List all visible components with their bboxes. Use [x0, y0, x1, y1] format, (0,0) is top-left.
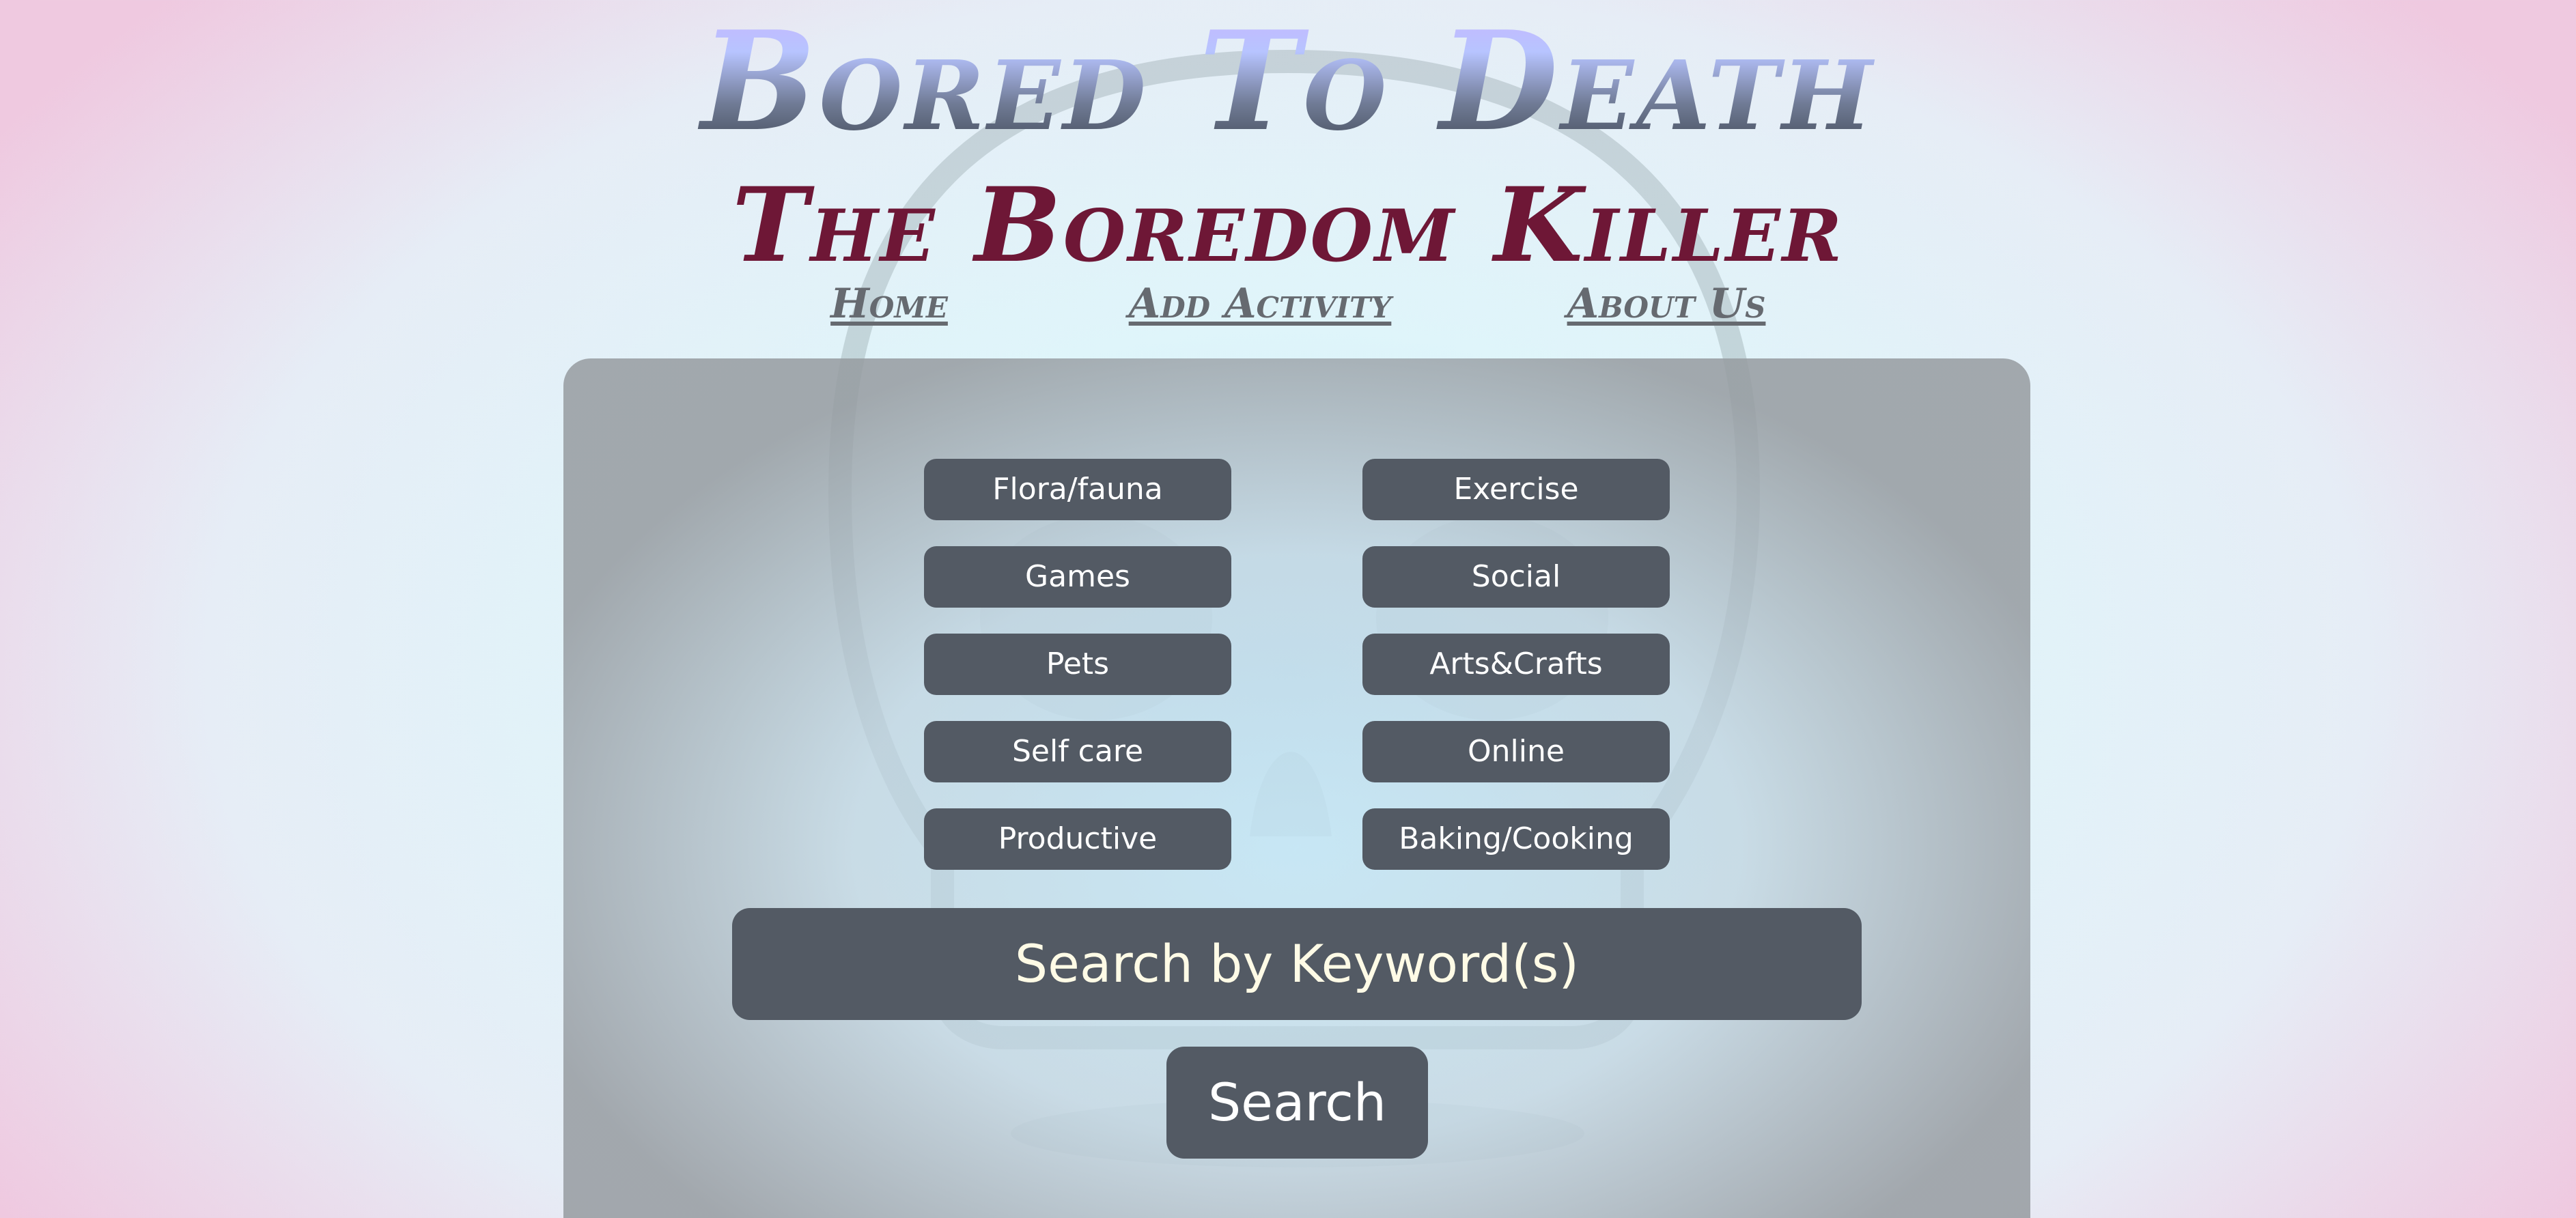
category-productive-button[interactable]: Productive	[924, 808, 1231, 870]
category-baking-cooking-button[interactable]: Baking/Cooking	[1362, 808, 1670, 870]
nav-add-activity-link[interactable]: Add Activity	[1129, 277, 1392, 331]
search-button[interactable]: Search	[1166, 1047, 1428, 1159]
category-flora-fauna-button[interactable]: Flora/fauna	[924, 459, 1231, 520]
main-nav: Home Add Activity About Us	[0, 277, 2576, 331]
category-social-button[interactable]: Social	[1362, 546, 1670, 608]
category-self-care-button[interactable]: Self care	[924, 721, 1231, 782]
category-exercise-button[interactable]: Exercise	[1362, 459, 1670, 520]
site-subtitle: The Boredom Killer	[731, 165, 1845, 285]
category-pets-button[interactable]: Pets	[924, 634, 1231, 695]
category-arts-crafts-button[interactable]: Arts&Crafts	[1362, 634, 1670, 695]
nav-about-us-link[interactable]: About Us	[1567, 277, 1766, 331]
nav-home-link[interactable]: Home	[830, 277, 948, 331]
category-games-button[interactable]: Games	[924, 546, 1231, 608]
category-online-button[interactable]: Online	[1362, 721, 1670, 782]
site-title: Bored To Death	[0, 7, 2576, 157]
keyword-search-input[interactable]: Search by Keyword(s)	[732, 908, 1862, 1020]
